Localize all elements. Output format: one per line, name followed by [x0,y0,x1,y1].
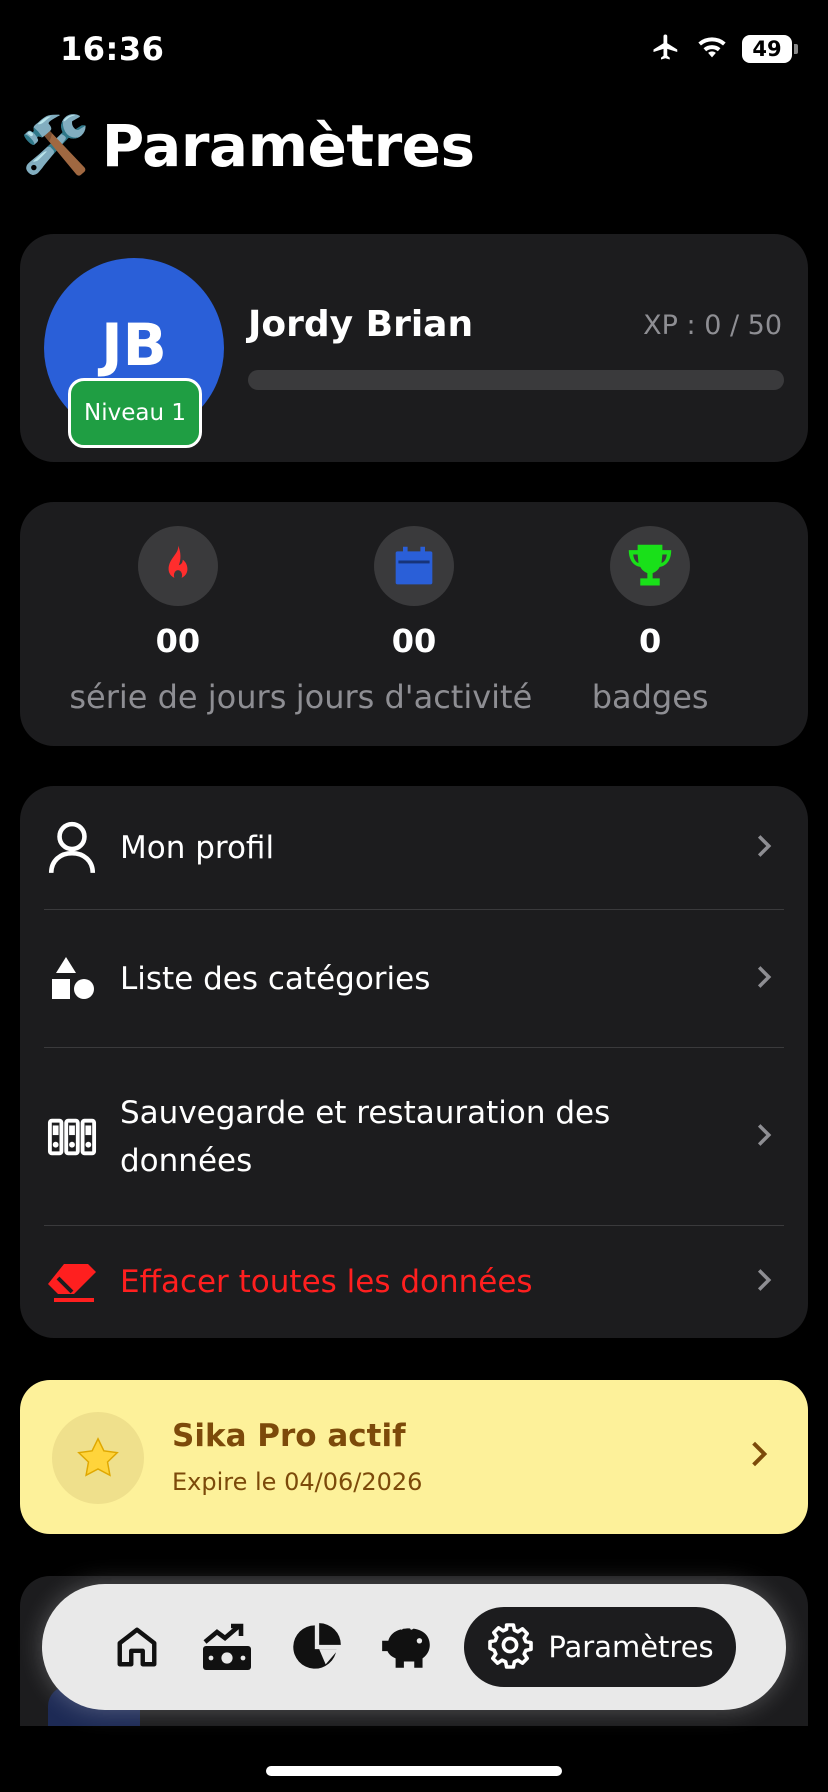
menu-item-label: Liste des catégories [120,960,431,997]
bottom-nav: Paramètres [42,1584,786,1710]
pro-subscription-card[interactable]: Sika Pro actif Expire le 04/06/2026 [20,1380,808,1534]
avatar-initials: JB [101,311,167,379]
piggy-bank-icon[interactable] [362,1607,452,1687]
settings-menu: Mon profil Liste des catégories Sauvegar… [20,786,808,1338]
pie-chart-icon[interactable] [272,1607,362,1687]
chevron-right-icon [756,964,772,994]
user-icon [44,820,100,876]
chart-money-icon[interactable] [182,1607,272,1687]
status-icons: 49 [650,32,798,66]
profile-card[interactable]: JB Niveau 1 Jordy Brian XP : 0 / 50 [20,234,808,462]
page-title: Paramètres [101,112,475,180]
chevron-right-icon [756,1267,772,1297]
menu-item-erase-data[interactable]: Effacer toutes les données [44,1226,784,1338]
pro-title: Sika Pro actif [172,1418,406,1454]
stat-value: 00 [155,622,201,660]
stat-value: 00 [391,622,437,660]
stats-card: 00 série de jours 00 jours d'activité 0 … [20,502,808,746]
stat-badges: 0 badges [532,502,768,746]
battery-indicator: 49 [742,35,798,63]
home-indicator [266,1766,562,1776]
tab-settings-label: Paramètres [548,1630,714,1664]
home-icon[interactable] [92,1607,182,1687]
flame-icon [137,526,218,606]
chevron-right-icon [756,1122,772,1152]
stat-value: 0 [639,622,662,660]
page-header: 🛠️ Paramètres [20,112,475,180]
level-badge: Niveau 1 [68,378,202,448]
chevron-right-icon [756,833,772,863]
menu-item-label: Effacer toutes les données [120,1264,533,1300]
menu-item-backup[interactable]: Sauvegarde et restauration des données [44,1048,784,1226]
profile-name: Jordy Brian [248,304,474,345]
stat-active-days: 00 jours d'activité [295,502,533,746]
xp-progress-bar [248,370,784,390]
airplane-icon [650,32,682,66]
calendar-icon [374,526,454,606]
menu-item-categories[interactable]: Liste des catégories [44,910,784,1048]
menu-item-label: Mon profil [120,829,275,866]
stat-streak: 00 série de jours [60,502,296,746]
gear-icon [486,1621,534,1673]
wifi-icon [696,34,728,64]
pro-expiry: Expire le 04/06/2026 [172,1468,423,1496]
trophy-icon [610,526,691,606]
menu-item-profile[interactable]: Mon profil [44,786,784,910]
status-time: 16:36 [60,30,165,68]
chevron-right-icon [750,1439,768,1473]
star-icon [52,1412,144,1504]
backup-icon [44,1109,100,1165]
stat-label: jours d'activité [295,678,533,716]
stat-label: badges [591,678,709,716]
menu-item-label: Sauvegarde et restauration des données [120,1094,611,1179]
stat-label: série de jours [69,678,287,716]
eraser-icon [44,1254,100,1310]
tools-icon: 🛠️ [20,113,90,178]
shapes-icon [44,951,100,1007]
xp-text: XP : 0 / 50 [643,310,782,341]
status-bar: 16:36 49 [0,0,828,100]
tab-settings[interactable]: Paramètres [464,1607,736,1687]
